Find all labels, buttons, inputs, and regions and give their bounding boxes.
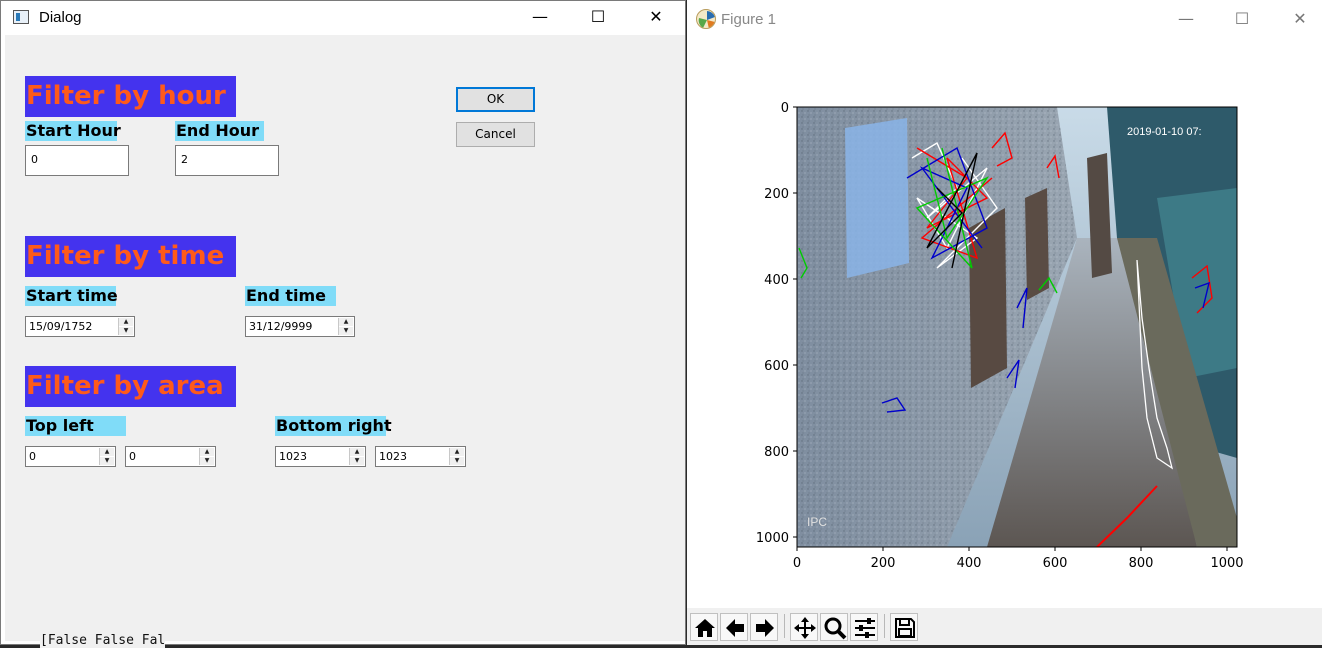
x-tick-label: 600 <box>1043 556 1068 571</box>
spin-down-icon[interactable]: ▼ <box>100 457 114 465</box>
dialog-app-icon <box>13 10 29 24</box>
ok-button[interactable]: OK <box>456 87 535 112</box>
plot-svg: 2019-01-10 07: IPC 0 200 400 600 800 100… <box>756 101 1244 571</box>
spin-up-icon[interactable]: ▲ <box>100 448 114 456</box>
spin-down-icon[interactable]: ▼ <box>339 327 353 335</box>
figure-toolbar <box>687 608 1322 645</box>
end-time-input[interactable]: 31/12/9999 ▲ ▼ <box>245 316 355 337</box>
x-tick-label: 400 <box>957 556 982 571</box>
end-time-label: End time <box>245 286 336 306</box>
dialog-body: Filter by hour Start Hour 0 End Hour 2 O… <box>5 35 685 641</box>
start-time-value: 15/09/1752 <box>29 320 93 333</box>
toolbar-separator <box>884 614 885 638</box>
x-tick-label: 0 <box>793 556 801 571</box>
top-left-x-spinner[interactable]: ▲ ▼ <box>99 448 114 465</box>
filter-by-hour-header: Filter by hour <box>25 76 236 117</box>
x-tick-label: 1000 <box>1210 556 1243 571</box>
start-hour-label: Start Hour <box>25 121 121 141</box>
spin-down-icon[interactable]: ▼ <box>200 457 214 465</box>
end-time-value: 31/12/9999 <box>249 320 313 333</box>
figure-title: Figure 1 <box>721 11 777 28</box>
pan-icon[interactable] <box>790 613 818 641</box>
filter-by-time-header: Filter by time <box>25 236 236 277</box>
plot-area[interactable]: 2019-01-10 07: IPC 0 200 400 600 800 100… <box>687 38 1322 608</box>
bottom-right-x-spinner[interactable]: ▲ ▼ <box>349 448 364 465</box>
spin-up-icon[interactable]: ▲ <box>450 448 464 456</box>
figure-minimize-button[interactable]: — <box>1157 2 1215 36</box>
timestamp-overlay: 2019-01-10 07: <box>1127 126 1202 138</box>
y-tick-label: 600 <box>764 359 789 374</box>
top-left-y-spinner[interactable]: ▲ ▼ <box>199 448 214 465</box>
dialog-title: Dialog <box>39 9 82 26</box>
dialog-titlebar[interactable]: Dialog — ☐ ✕ <box>1 1 685 35</box>
camera-image: 2019-01-10 07: IPC <box>797 107 1237 547</box>
dialog-window: Dialog — ☐ ✕ Filter by hour Start Hour 0… <box>0 0 686 645</box>
forward-icon[interactable] <box>750 613 778 641</box>
start-time-spinner[interactable]: ▲ ▼ <box>118 318 133 335</box>
cancel-button[interactable]: Cancel <box>456 122 535 147</box>
spin-down-icon[interactable]: ▼ <box>350 457 364 465</box>
back-icon[interactable] <box>720 613 748 641</box>
bottom-right-x-value: 1023 <box>279 450 307 463</box>
toolbar-separator <box>784 614 785 638</box>
figure-window: Figure 1 — ☐ ✕ 2019-01-10 07: IPC 0 200 … <box>687 0 1322 645</box>
bottom-right-y-input[interactable]: 1023 ▲ ▼ <box>375 446 466 467</box>
spin-up-icon[interactable]: ▲ <box>350 448 364 456</box>
close-button[interactable]: ✕ <box>627 1 685 35</box>
spin-up-icon[interactable]: ▲ <box>200 448 214 456</box>
spin-up-icon[interactable]: ▲ <box>339 318 353 326</box>
minimize-button[interactable]: — <box>511 1 569 35</box>
top-left-x-value: 0 <box>29 450 36 463</box>
spin-up-icon[interactable]: ▲ <box>119 318 133 326</box>
save-icon[interactable] <box>890 613 918 641</box>
y-tick-label: 200 <box>764 187 789 202</box>
x-tick-label: 200 <box>871 556 896 571</box>
top-left-x-input[interactable]: 0 ▲ ▼ <box>25 446 116 467</box>
bottom-right-y-value: 1023 <box>379 450 407 463</box>
bottom-right-x-input[interactable]: 1023 ▲ ▼ <box>275 446 366 467</box>
figure-close-button[interactable]: ✕ <box>1271 2 1322 36</box>
figure-maximize-button[interactable]: ☐ <box>1213 2 1271 36</box>
y-tick-label: 0 <box>781 101 789 116</box>
spin-down-icon[interactable]: ▼ <box>119 327 133 335</box>
figure-titlebar[interactable]: Figure 1 — ☐ ✕ <box>687 0 1322 38</box>
start-hour-input[interactable]: 0 <box>25 145 129 176</box>
bottom-right-label: Bottom right <box>275 416 392 436</box>
matplotlib-icon <box>696 9 716 29</box>
spin-down-icon[interactable]: ▼ <box>450 457 464 465</box>
configure-icon[interactable] <box>850 613 878 641</box>
bottom-right-y-spinner[interactable]: ▲ ▼ <box>449 448 464 465</box>
y-tick-label: 400 <box>764 273 789 288</box>
top-left-label: Top left <box>25 416 126 436</box>
top-left-y-input[interactable]: 0 ▲ ▼ <box>125 446 216 467</box>
maximize-button[interactable]: ☐ <box>569 1 627 35</box>
y-tick-label: 800 <box>764 445 789 460</box>
zoom-icon[interactable] <box>820 613 848 641</box>
y-tick-label: 1000 <box>756 531 789 546</box>
home-icon[interactable] <box>690 613 718 641</box>
top-left-y-value: 0 <box>129 450 136 463</box>
background-console-text: [False False Fal <box>40 633 166 648</box>
end-time-spinner[interactable]: ▲ ▼ <box>338 318 353 335</box>
start-time-input[interactable]: 15/09/1752 ▲ ▼ <box>25 316 135 337</box>
filter-by-area-header: Filter by area <box>25 366 236 407</box>
ipc-watermark: IPC <box>807 515 827 529</box>
end-hour-input[interactable]: 2 <box>175 145 279 176</box>
x-tick-label: 800 <box>1129 556 1154 571</box>
end-hour-label: End Hour <box>175 121 264 141</box>
start-time-label: Start time <box>25 286 118 306</box>
